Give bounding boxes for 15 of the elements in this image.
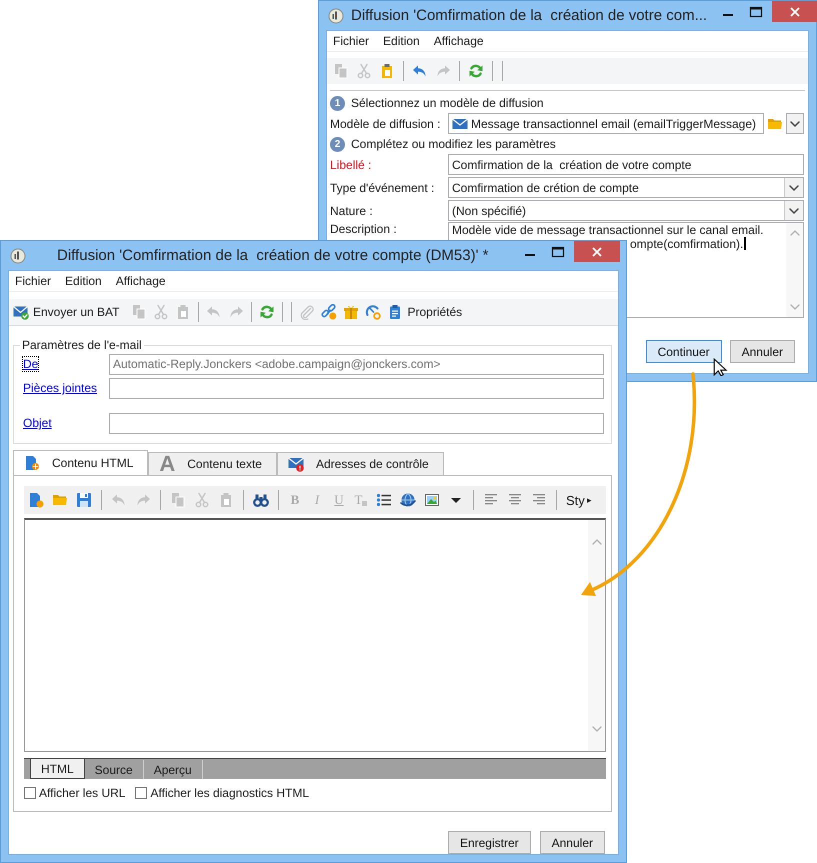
window-title: Diffusion 'Comfirmation de la création de votre compte (DM53)' * bbox=[57, 247, 488, 264]
window-title: Diffusion 'Comfirmation de la création de votre com... bbox=[351, 7, 708, 24]
field-label: Modèle de diffusion : bbox=[330, 116, 442, 130]
field-label: Nature : bbox=[330, 204, 374, 218]
step-title: Sélectionnez un modèle de diffusion bbox=[351, 96, 544, 110]
group-title: Paramètres de l'e-mail bbox=[21, 338, 143, 352]
checkbox-label: Afficher les URL bbox=[39, 786, 126, 800]
letter-icon: A bbox=[159, 453, 176, 475]
step-number: 1 bbox=[330, 96, 345, 110]
field-label: Libellé : bbox=[330, 158, 372, 172]
field-label: Type d'événement : bbox=[330, 180, 436, 194]
step-number: 2 bbox=[330, 136, 345, 152]
field-label: Description : bbox=[330, 222, 398, 236]
checkbox-label: Afficher les diagnostics HTML bbox=[150, 786, 309, 800]
step-title: Complétez ou modifiez les paramètres bbox=[351, 137, 556, 151]
